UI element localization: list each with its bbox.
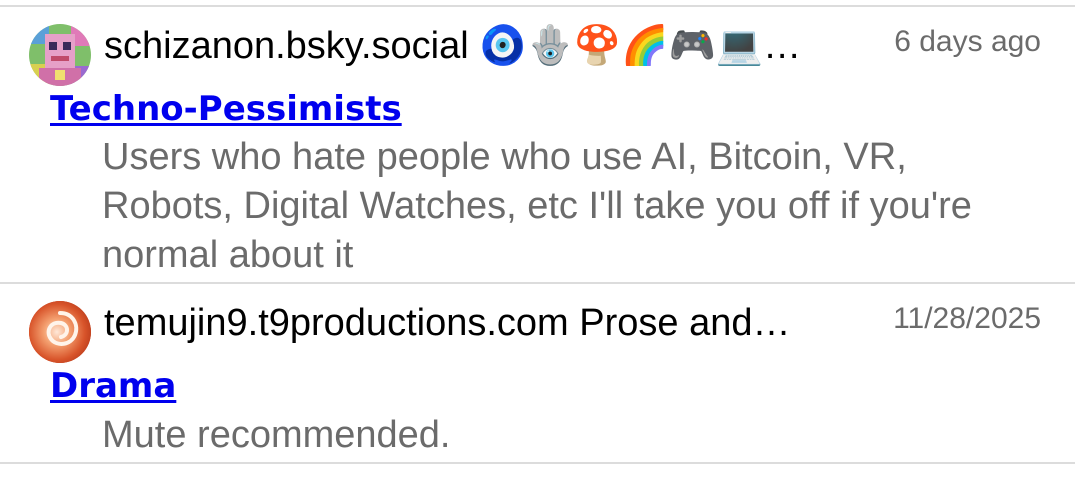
list-title-link[interactable]: Techno-Pessimists: [50, 88, 402, 130]
timestamp: 6 days ago: [894, 25, 1041, 58]
pixel-art-avatar-icon[interactable]: [29, 24, 91, 86]
orange-swirl-avatar-icon[interactable]: [29, 301, 91, 363]
list-item[interactable]: temujin9.t9productions.com Prose and… 11…: [0, 284, 1075, 462]
list-description: Mute recommended.: [102, 414, 451, 456]
timestamp: 11/28/2025: [893, 302, 1041, 335]
list-description: Users who hate people who use AI, Bitcoi…: [102, 136, 972, 276]
list-item[interactable]: schizanon.bsky.social 🧿🪬🍄🌈🎮💻… 6 days ago…: [0, 7, 1075, 282]
divider: [0, 462, 1075, 464]
author-handle[interactable]: temujin9.t9productions.com Prose and…: [104, 300, 858, 346]
list-title-link[interactable]: Drama: [50, 365, 176, 407]
moderation-list-feed: schizanon.bsky.social 🧿🪬🍄🌈🎮💻… 6 days ago…: [0, 0, 1075, 479]
author-handle[interactable]: schizanon.bsky.social 🧿🪬🍄🌈🎮💻…: [104, 23, 864, 69]
